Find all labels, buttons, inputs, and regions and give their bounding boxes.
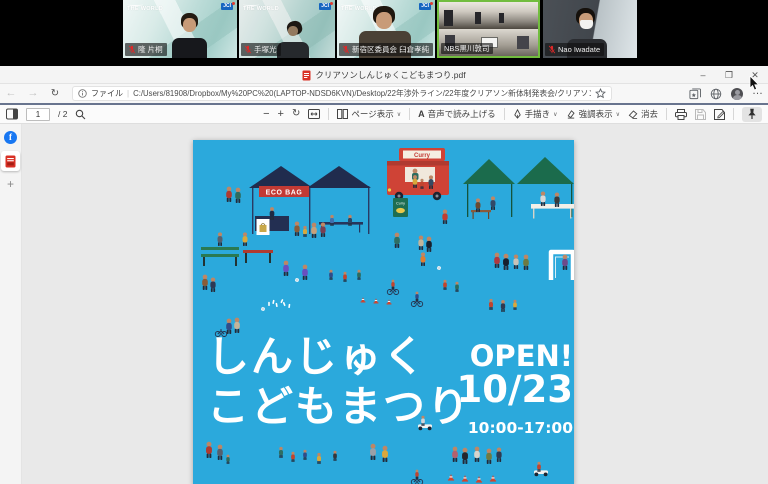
the-world-logo: THE WORLD <box>127 3 163 13</box>
page-view-icon <box>337 109 348 119</box>
mic-muted-icon <box>128 45 136 54</box>
favorites-star-icon[interactable] <box>595 88 606 99</box>
jci-logo: JCI <box>221 3 233 10</box>
search-icon[interactable] <box>75 109 86 120</box>
active-pdf-app-icon[interactable] <box>1 151 20 171</box>
save-icon[interactable] <box>695 109 706 120</box>
participant-name-tag: Nao Iwadate <box>545 43 604 56</box>
browser-essentials-icon[interactable] <box>710 88 722 100</box>
browser-window: クリアソンしんじゅくこどもまつり.pdf – ❐ ✕ ← → ↻ ファイル | … <box>0 66 768 484</box>
pin-icon <box>747 108 757 120</box>
chevron-down-icon: ∨ <box>616 111 620 118</box>
read-aloud-button[interactable]: A 音声で読み上げる <box>418 108 496 120</box>
face-mask <box>580 20 593 29</box>
browser-content: f + <box>0 124 768 484</box>
highlight-button[interactable]: 強調表示 ∨ <box>566 108 620 120</box>
collections-icon[interactable] <box>689 88 701 100</box>
poster-title-line1: しんじゅく <box>207 332 427 381</box>
the-world-logo: THE WORLD <box>243 3 279 13</box>
zoom-out-button[interactable]: − <box>263 109 269 120</box>
fit-to-width-icon[interactable] <box>308 109 320 119</box>
participant-tile[interactable]: THE WORLD JCI 新宿区委員会 臼倉孝純 <box>337 0 435 58</box>
info-icon <box>78 89 87 98</box>
navigation-bar: ← → ↻ ファイル | C:/Users/81908/Dropbox/My%2… <box>0 84 768 103</box>
refresh-button[interactable]: ↻ <box>44 89 66 99</box>
forward-button[interactable]: → <box>22 88 44 99</box>
chevron-down-icon: ∨ <box>553 111 557 118</box>
sidebar-rail: f + <box>0 124 22 484</box>
page-view-button[interactable]: ページ表示 ∨ <box>337 108 401 120</box>
rotate-icon[interactable]: ↻ <box>292 109 300 119</box>
draw-pen-icon <box>513 109 522 119</box>
curry-sign-text: Curry <box>414 153 431 159</box>
mouse-cursor <box>749 76 761 92</box>
draw-button[interactable]: 手描き ∨ <box>513 108 558 120</box>
office-camera-view <box>439 2 538 29</box>
curry-menu-text: Curry <box>396 202 405 206</box>
back-button[interactable]: ← <box>0 88 22 99</box>
zoom-in-button[interactable]: + <box>278 109 284 120</box>
jci-logo: JCI <box>419 3 431 10</box>
add-shortcut-button[interactable]: + <box>7 178 14 190</box>
title-bar: クリアソンしんじゅくこどもまつり.pdf – ❐ ✕ <box>0 66 768 84</box>
participant-tile[interactable]: Nao Iwadate <box>543 0 637 58</box>
highlighter-icon <box>566 109 576 119</box>
pdf-file-icon <box>302 70 311 81</box>
participant-tile[interactable]: THE WORLD JCI 隆 片桐 <box>123 0 237 58</box>
poster-date: 10/23 <box>457 368 574 411</box>
poster-title-line2: こどもまつり <box>207 382 471 431</box>
restore-button[interactable]: ❐ <box>716 66 742 84</box>
acrobat-pdf-icon <box>5 155 16 168</box>
read-aloud-icon: A <box>418 109 425 119</box>
page-number-input[interactable] <box>26 108 50 121</box>
participant-tile-active-speaker[interactable]: NBS黒川敦司 <box>437 0 540 58</box>
url-text: C:/Users/81908/Dropbox/My%20PC%20(LAPTOP… <box>133 88 591 99</box>
pdf-viewer[interactable]: ECO BAG Curry <box>22 124 768 484</box>
jci-logo: JCI <box>319 3 331 10</box>
pin-toolbar-button[interactable] <box>742 107 762 122</box>
poster-page: ECO BAG Curry <box>193 140 574 484</box>
tab-title[interactable]: クリアソンしんじゅくこどもまつり.pdf <box>0 66 768 84</box>
eco-bag-banner-text: ECO BAG <box>266 190 303 197</box>
eraser-icon <box>628 109 638 119</box>
profile-avatar[interactable] <box>731 88 743 100</box>
mic-muted-icon <box>548 45 556 54</box>
participant-name-tag: 手塚光 <box>241 43 281 56</box>
facebook-shortcut-icon[interactable]: f <box>4 131 17 144</box>
url-separator: | <box>127 89 129 98</box>
url-scheme-label: ファイル <box>91 88 123 99</box>
chevron-down-icon: ∨ <box>397 111 401 118</box>
participant-tile[interactable]: THE WORLD JCI 手塚光 <box>239 0 335 58</box>
address-bar[interactable]: ファイル | C:/Users/81908/Dropbox/My%20PC%20… <box>72 86 612 101</box>
erase-button[interactable]: 消去 <box>628 108 658 120</box>
mic-muted-icon <box>244 45 252 54</box>
screen: THE WORLD JCI 隆 片桐 THE WORLD JCI 手塚光 <box>0 0 768 484</box>
thumbnail-panel-icon[interactable] <box>6 108 18 120</box>
print-icon[interactable] <box>675 109 687 120</box>
participant-name-tag: NBS黒川敦司 <box>441 43 493 55</box>
poster-time: 10:00-17:00 <box>468 419 573 437</box>
page-count-label: / 2 <box>58 109 67 119</box>
pdf-toolbar: / 2 − + ↻ ページ表示 ∨ A 音声で読み上げる 手描き ∨ <box>0 105 768 124</box>
the-world-logo: THE WORLD <box>341 3 377 13</box>
save-as-icon[interactable] <box>714 109 725 120</box>
mic-muted-icon <box>342 45 350 54</box>
minimize-button[interactable]: – <box>690 66 716 84</box>
participant-name-tag: 新宿区委員会 臼倉孝純 <box>339 43 433 56</box>
video-conference-strip: THE WORLD JCI 隆 片桐 THE WORLD JCI 手塚光 <box>0 0 768 66</box>
participant-name-tag: 隆 片桐 <box>125 43 167 56</box>
poster-typography: しんじゅく こどもまつり OPEN! 10/23 10:00-17:00 <box>207 332 573 437</box>
